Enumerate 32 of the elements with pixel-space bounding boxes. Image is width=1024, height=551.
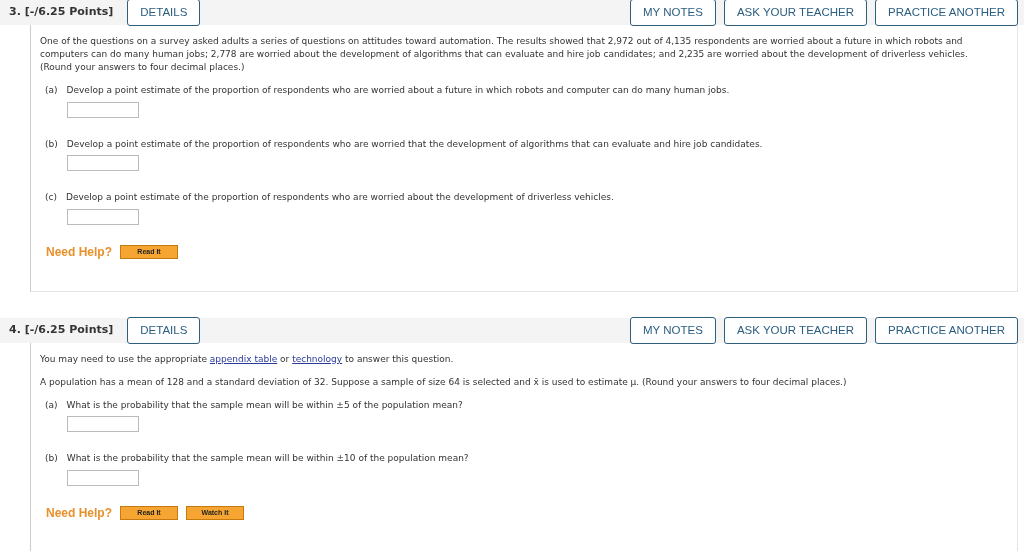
part-label: (b) xyxy=(45,137,58,151)
details-button[interactable]: DETAILS xyxy=(127,0,201,26)
action-button[interactable]: MY NOTES xyxy=(630,0,716,26)
question-points: 3. [-/6.25 Points] xyxy=(9,4,114,21)
question-text: You may need to use the appropriate appendix table or technology to answer this question. xyxy=(40,352,455,366)
part-label: (a) xyxy=(45,84,58,97)
part-question: Develop a point estimate of the proportion of respondents who are worried about the development of driverless vehicles. xyxy=(66,191,614,204)
answer-field[interactable] xyxy=(67,155,139,171)
action-button[interactable]: PRACTICE ANOTHER xyxy=(875,316,1018,344)
need-help-label: Need Help? xyxy=(46,504,112,522)
link[interactable]: appendix table xyxy=(209,353,278,364)
details-button[interactable]: DETAILS xyxy=(127,316,201,344)
answer-field[interactable] xyxy=(67,469,139,486)
part-label: (b) xyxy=(45,452,58,465)
link[interactable]: technology xyxy=(292,353,343,364)
action-button[interactable]: MY NOTES xyxy=(630,316,716,344)
question-text: A population has a mean of 128 and a standard deviation of 32. Suppose a sample of size 64 is selected and x̄ is used to estimate μ. (Round your answers to four decimal places.) xyxy=(40,375,848,389)
action-button[interactable]: ASK YOUR TEACHER xyxy=(723,0,868,26)
question-text: One of the questions on a survey asked adults a series of questions on attitudes toward automation. The results showed that 2,972 out of 4,135 respondents are worried about a future in which robots and computers can do many human jobs; 2,778 are worried about the development of algorithms that can evaluate and hire job candidates; and 2,235 are worried about the development of driverless vehicles. (Round your answers to four decimal places.) xyxy=(40,35,969,74)
part-question: Develop a point estimate of the proportion of respondents who are worried about a future in which robots and computer can do many human jobs. xyxy=(66,84,730,97)
answer-field[interactable] xyxy=(67,416,139,432)
part-question: What is the probability that the sample mean will be within ±5 of the population mean? xyxy=(66,398,463,412)
need-help-label: Need Help? xyxy=(46,243,112,261)
answer-field[interactable] xyxy=(67,208,139,225)
action-button[interactable]: PRACTICE ANOTHER xyxy=(875,0,1018,26)
part-question: What is the probability that the sample mean will be within ±10 of the population mean? xyxy=(66,452,469,465)
part-question: Develop a point estimate of the proportion of respondents who are worried that the development of algorithms that can evaluate and hire job candidates. xyxy=(66,137,763,151)
answer-field[interactable] xyxy=(67,101,139,118)
question-points: 4. [-/6.25 Points] xyxy=(9,321,114,338)
part-label: (a) xyxy=(45,398,58,412)
action-button[interactable]: ASK YOUR TEACHER xyxy=(723,316,868,344)
part-label: (c) xyxy=(45,191,57,204)
